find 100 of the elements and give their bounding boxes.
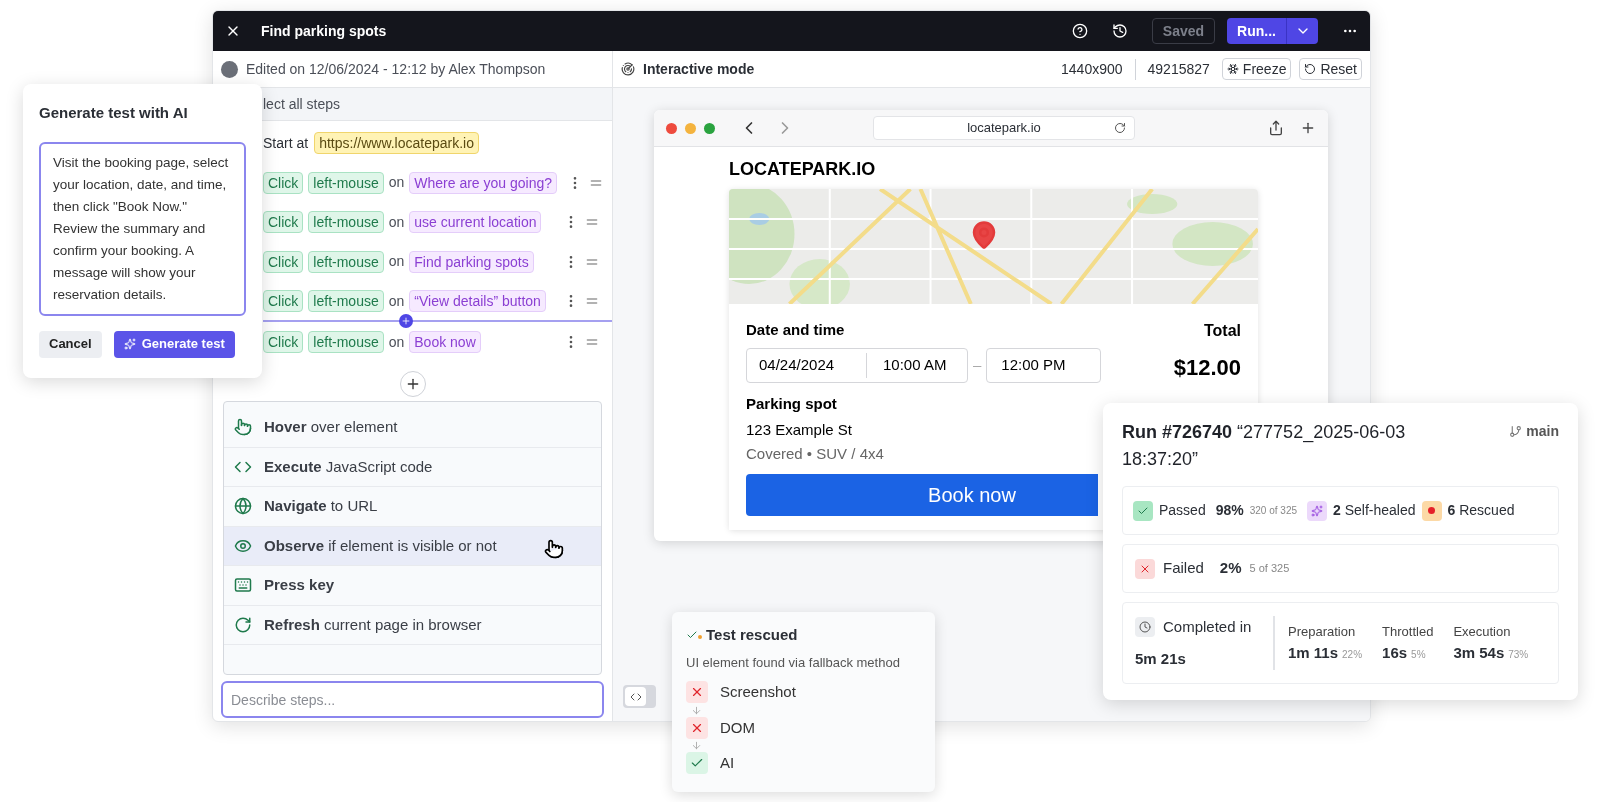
- branch-name: main: [1526, 422, 1559, 441]
- code-toggle[interactable]: [623, 685, 656, 708]
- mouse-button-chip[interactable]: left-mouse: [308, 211, 384, 233]
- target-chip[interactable]: “View details” button: [409, 290, 546, 312]
- rescued-icon: [1421, 500, 1442, 521]
- run-title: Run #726740 “277752_2025-06-03 18:37:20”: [1122, 421, 1407, 471]
- rescue-title: Test rescued: [706, 625, 798, 645]
- describe-steps-field[interactable]: Describe steps...: [221, 681, 604, 718]
- clock-icon: [1135, 617, 1155, 638]
- share-icon[interactable]: [1268, 120, 1284, 136]
- add-step-button[interactable]: [399, 371, 426, 397]
- mode-label: Interactive mode: [643, 59, 755, 79]
- passed-icon: [1133, 500, 1153, 521]
- prompt-field[interactable]: Visit the booking page, select your location, date, and time, then click "Book Now." Review the summary and confirm your booking. A message will show your reservation details.: [39, 141, 246, 316]
- sparkle-icon: [123, 338, 136, 350]
- end-time-field[interactable]: 12:00 PM: [986, 347, 1102, 383]
- spot-details: Covered • SUV / 4x4: [746, 444, 884, 464]
- spot-address: 123 Example St: [746, 419, 852, 440]
- range-dash: –: [973, 354, 982, 375]
- target-chip[interactable]: use current location: [409, 211, 542, 233]
- address-bar[interactable]: locatepark.io: [873, 116, 1135, 140]
- saved-button[interactable]: Saved: [1151, 18, 1216, 44]
- phase-time: 3m 54s: [1453, 642, 1505, 663]
- phase-time: 1m 11s: [1288, 642, 1339, 663]
- globe-icon: [234, 497, 252, 516]
- failed-label: Failed: [1163, 558, 1204, 579]
- action-chip[interactable]: Click: [263, 290, 304, 312]
- phase-percent: 5%: [1411, 647, 1426, 662]
- menu-item-label: Refresh current page in browser: [264, 614, 482, 635]
- generate-test-button[interactable]: Generate test: [113, 330, 235, 358]
- method-name: Screenshot: [720, 682, 796, 702]
- mouse-button-chip[interactable]: left-mouse: [308, 250, 384, 273]
- method-name: DOM: [720, 717, 755, 738]
- menu-item-label: Press key: [264, 575, 335, 595]
- passed-count: 320 of 325: [1249, 504, 1297, 518]
- snowflake-icon: [1226, 63, 1239, 75]
- mouse-button-chip[interactable]: left-mouse: [308, 290, 384, 312]
- on-label: on: [388, 291, 405, 311]
- menu-item[interactable]: Press key: [224, 566, 601, 606]
- menu-item[interactable]: Refresh current page in browser: [224, 605, 601, 645]
- reload-icon[interactable]: [1114, 122, 1126, 134]
- on-label: on: [388, 332, 405, 352]
- on-label: on: [388, 252, 405, 271]
- history-icon[interactable]: [1111, 23, 1128, 39]
- on-label: on: [388, 212, 405, 232]
- reset-button[interactable]: Reset: [1299, 58, 1362, 80]
- action-chip[interactable]: Click: [263, 211, 304, 233]
- run-options-button[interactable]: [1286, 18, 1318, 44]
- edited-info: Edited on 12/06/2024 - 12:12 by Alex Thompson: [246, 59, 546, 79]
- menu-item-label: Hover over element: [264, 417, 398, 437]
- self-healed-count: 2 Self-healed: [1333, 501, 1416, 520]
- insert-step-icon[interactable]: [399, 314, 413, 328]
- action-chip[interactable]: Click: [263, 331, 304, 353]
- menu-item[interactable]: Observe if element is visible or not: [224, 526, 601, 566]
- phase-label: Throttled: [1382, 623, 1434, 641]
- failed-icon: [1135, 558, 1155, 579]
- new-tab-icon[interactable]: [1300, 120, 1316, 136]
- passed-percent: 98%: [1215, 501, 1244, 520]
- book-now-button[interactable]: Book now: [746, 473, 1098, 516]
- phase-time: 16s: [1382, 642, 1408, 663]
- rescued-count: 6 Rescued: [1447, 501, 1515, 520]
- mouse-button-chip[interactable]: left-mouse: [308, 331, 384, 353]
- self-healed-icon: [1307, 500, 1327, 521]
- cancel-button[interactable]: Cancel: [39, 330, 102, 358]
- menu-item-label: Navigate to URL: [264, 496, 378, 516]
- menu-item[interactable]: Hover over element: [224, 408, 601, 448]
- menu-item[interactable]: Execute JavaScript code: [224, 447, 601, 487]
- url-chip[interactable]: https://www.locatepark.io: [314, 132, 479, 154]
- resolution-label: 1440x900: [1061, 58, 1136, 80]
- on-label: on: [388, 173, 405, 192]
- mouse-button-chip[interactable]: left-mouse: [308, 171, 384, 194]
- start-label: Start at: [263, 133, 309, 153]
- menu-item[interactable]: Navigate to URL: [224, 487, 601, 527]
- target-chip[interactable]: Where are you going?: [409, 171, 558, 194]
- menu-item-label: Observe if element is visible or not: [264, 535, 497, 556]
- session-id: 49215827: [1146, 59, 1211, 79]
- target-chip[interactable]: Book now: [409, 331, 481, 353]
- rescue-subtitle: UI element found via fallback method: [686, 653, 901, 672]
- completed-time: 5m 21s: [1135, 648, 1187, 669]
- freeze-button[interactable]: Freeze: [1221, 58, 1292, 80]
- arrow-down-icon: [691, 740, 702, 751]
- menu-item-label: Execute JavaScript code: [264, 456, 433, 477]
- reset-icon: [1304, 63, 1317, 75]
- arrow-down-icon: [691, 704, 702, 716]
- failed-count: 5 of 325: [1249, 561, 1290, 577]
- phase-label: Preparation: [1288, 623, 1357, 641]
- hand-cursor-icon: [544, 538, 564, 559]
- action-chip[interactable]: Click: [263, 171, 304, 194]
- help-icon[interactable]: [1071, 23, 1088, 39]
- target-chip[interactable]: Find parking spots: [409, 250, 534, 273]
- run-button[interactable]: Run...: [1227, 18, 1286, 44]
- date-time-label: Date and time: [746, 320, 846, 340]
- dialog-title: Generate test with AI: [39, 103, 189, 123]
- window-title: Find parking spots: [261, 21, 387, 41]
- site-logo: LOCATEPARK.IO: [729, 158, 877, 181]
- action-chip[interactable]: Click: [263, 250, 304, 273]
- passed-label: Passed: [1159, 501, 1206, 520]
- total-label: Total: [1203, 321, 1241, 341]
- hand-pointer-icon: [234, 418, 252, 437]
- failed-percent: 2%: [1219, 558, 1242, 579]
